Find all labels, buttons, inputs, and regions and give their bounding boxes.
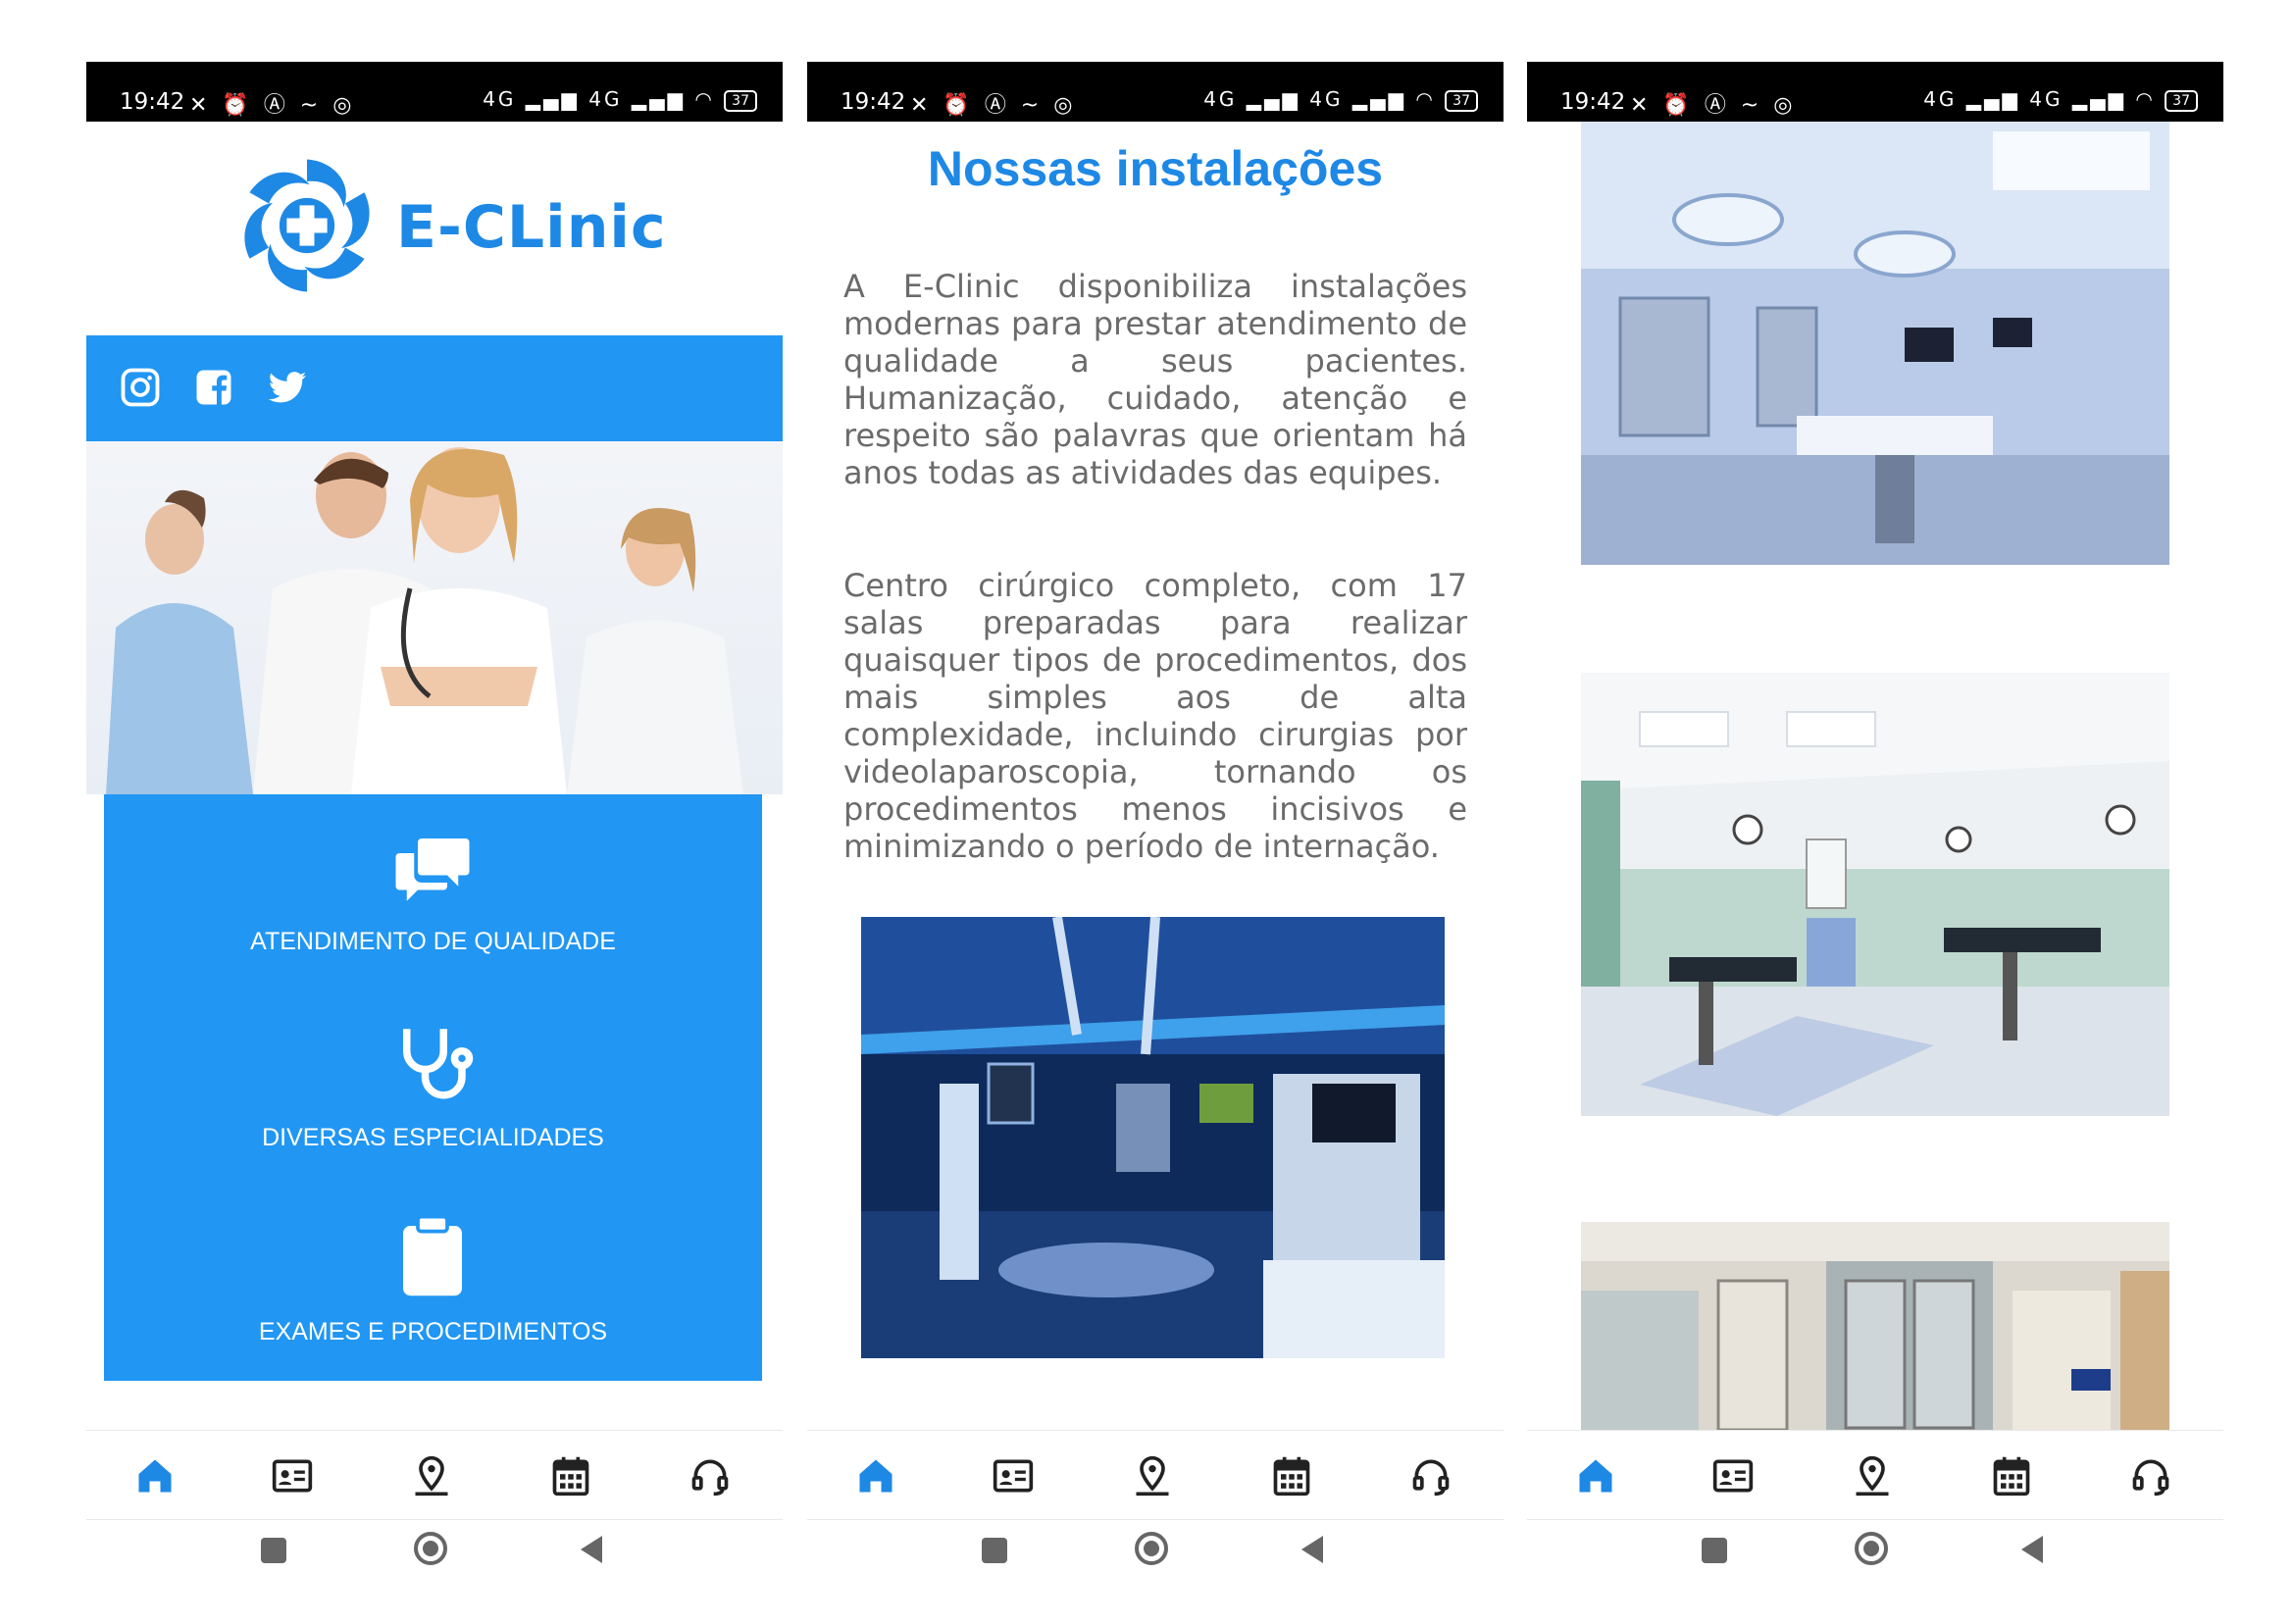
back-icon[interactable]	[1298, 1534, 1325, 1565]
features-panel: ATENDIMENTO DE QUALIDADE DIVERSAS ESPECI…	[104, 794, 762, 1381]
status-right-icons: 4G ▂▄▆ 4G ▂▄▆ ◠ 37	[483, 87, 757, 112]
nav-location[interactable]	[1131, 1454, 1174, 1497]
home-system-button-dot	[1144, 1541, 1159, 1556]
nav-home[interactable]	[133, 1454, 177, 1497]
clipboard-icon	[403, 1214, 462, 1296]
nav-contact[interactable]	[992, 1454, 1035, 1497]
nav-support[interactable]	[2129, 1454, 2172, 1497]
status-bar: 19:42 ✕ ⏰ Ⓐ ~ ◎ 4G ▂▄▆ 4G ▂▄▆ ◠ 37	[86, 62, 783, 122]
nav-home[interactable]	[854, 1454, 897, 1497]
doctors-hero-image	[86, 441, 783, 794]
status-bar: 19:42 ✕ ⏰ Ⓐ ~ ◎ 4G ▂▄▆ 4G ▂▄▆ ◠ 37	[1527, 62, 2223, 122]
status-right-icons: 4G ▂▄▆ 4G ▂▄▆ ◠ 37	[1203, 87, 1478, 112]
logo-wordmark: E-CLinic	[396, 193, 667, 262]
page-title: Nossas instalações	[927, 141, 1384, 196]
phone-screen-facilities-gallery: 19:42 ✕ ⏰ Ⓐ ~ ◎ 4G ▂▄▆ 4G ▂▄▆ ◠ 37	[1527, 62, 2223, 1592]
battery-icon: 37	[724, 89, 757, 112]
recents-button[interactable]	[982, 1538, 1007, 1563]
headset-icon	[1412, 1459, 1450, 1497]
nav-location[interactable]	[410, 1454, 453, 1497]
feature-label-especialidades: DIVERSAS ESPECIALIDADES	[262, 1124, 604, 1151]
corridor-photo	[1581, 1222, 2169, 1430]
feature-label-exames: EXAMES E PROCEDIMENTOS	[258, 1318, 608, 1345]
social-bar	[86, 335, 783, 441]
bottom-navigation	[86, 1430, 783, 1520]
bottom-navigation	[807, 1430, 1504, 1520]
home-system-button[interactable]	[1135, 1532, 1168, 1565]
calendar-icon	[552, 1456, 589, 1497]
contact-card-icon	[272, 1459, 313, 1493]
status-left-icons: ✕ ⏰ Ⓐ ~ ◎	[189, 93, 356, 118]
location-pin-icon	[1136, 1455, 1169, 1497]
home-system-button-dot	[1863, 1541, 1879, 1556]
facebook-icon[interactable]	[193, 367, 234, 408]
calendar-icon	[1993, 1456, 2030, 1497]
twitter-icon[interactable]	[267, 367, 308, 408]
location-pin-icon	[1856, 1455, 1889, 1497]
home-icon	[859, 1459, 892, 1493]
battery-icon: 37	[2165, 89, 2198, 112]
feature-label-atendimento: ATENDIMENTO DE QUALIDADE	[250, 928, 616, 955]
nav-location[interactable]	[1851, 1454, 1894, 1497]
recents-button[interactable]	[261, 1538, 286, 1563]
system-navigation-bar	[807, 1518, 1504, 1592]
status-left-icons: ✕ ⏰ Ⓐ ~ ◎	[1630, 93, 1797, 118]
home-system-button[interactable]	[1855, 1532, 1888, 1565]
signal-wifi-icons: 4G ▂▄▆ 4G ▂▄▆ ◠	[1203, 87, 1436, 111]
nav-calendar[interactable]	[1270, 1454, 1313, 1497]
e-clinic-logo-icon	[244, 159, 370, 292]
surgical-center-paragraph: Centro cirúrgico completo, com 17 salas …	[843, 567, 1467, 865]
headset-icon	[691, 1459, 729, 1497]
chat-bubbles-icon	[395, 838, 470, 901]
emergency-room-photo	[1581, 673, 2169, 1116]
battery-icon: 37	[1445, 89, 1478, 112]
nav-contact[interactable]	[1711, 1454, 1755, 1497]
nav-calendar[interactable]	[1990, 1454, 2033, 1497]
headset-icon	[2132, 1459, 2169, 1497]
recents-button[interactable]	[1702, 1538, 1727, 1563]
phone-screen-facilities-text: 19:42 ✕ ⏰ Ⓐ ~ ◎ 4G ▂▄▆ 4G ▂▄▆ ◠ 37 Nossa…	[807, 62, 1504, 1592]
back-icon[interactable]	[2017, 1534, 2045, 1565]
contact-card-icon	[993, 1459, 1034, 1493]
status-time: 19:42	[1560, 89, 1626, 115]
status-time: 19:42	[120, 89, 185, 115]
surgery-room-photo	[1581, 122, 2169, 565]
operating-room-photo	[861, 917, 1445, 1358]
contact-card-icon	[1712, 1459, 1754, 1493]
nav-calendar[interactable]	[549, 1454, 592, 1497]
nav-home[interactable]	[1574, 1454, 1617, 1497]
home-icon	[138, 1459, 172, 1493]
status-bar: 19:42 ✕ ⏰ Ⓐ ~ ◎ 4G ▂▄▆ 4G ▂▄▆ ◠ 37	[807, 62, 1504, 122]
signal-wifi-icons: 4G ▂▄▆ 4G ▂▄▆ ◠	[1923, 87, 2156, 111]
nav-support[interactable]	[688, 1454, 732, 1497]
home-system-button-dot	[423, 1541, 438, 1556]
system-navigation-bar	[86, 1518, 783, 1592]
bottom-navigation	[1527, 1430, 2223, 1520]
calendar-icon	[1273, 1456, 1310, 1497]
location-pin-icon	[415, 1455, 448, 1497]
instagram-icon[interactable]	[120, 367, 161, 408]
phone-screen-home: 19:42 ✕ ⏰ Ⓐ ~ ◎ 4G ▂▄▆ 4G ▂▄▆ ◠ 37 E-CLi…	[86, 62, 783, 1592]
intro-paragraph: A E-Clinic disponibiliza instalações mod…	[843, 268, 1467, 491]
system-navigation-bar	[1527, 1518, 2223, 1592]
stethoscope-icon	[403, 1029, 474, 1099]
status-time: 19:42	[841, 89, 906, 115]
nav-support[interactable]	[1409, 1454, 1453, 1497]
home-icon	[1579, 1459, 1612, 1493]
nav-contact[interactable]	[271, 1454, 314, 1497]
status-right-icons: 4G ▂▄▆ 4G ▂▄▆ ◠ 37	[1923, 87, 2198, 112]
home-system-button[interactable]	[414, 1532, 447, 1565]
status-left-icons: ✕ ⏰ Ⓐ ~ ◎	[910, 93, 1077, 118]
signal-wifi-icons: 4G ▂▄▆ 4G ▂▄▆ ◠	[483, 87, 715, 111]
back-icon[interactable]	[577, 1534, 604, 1565]
